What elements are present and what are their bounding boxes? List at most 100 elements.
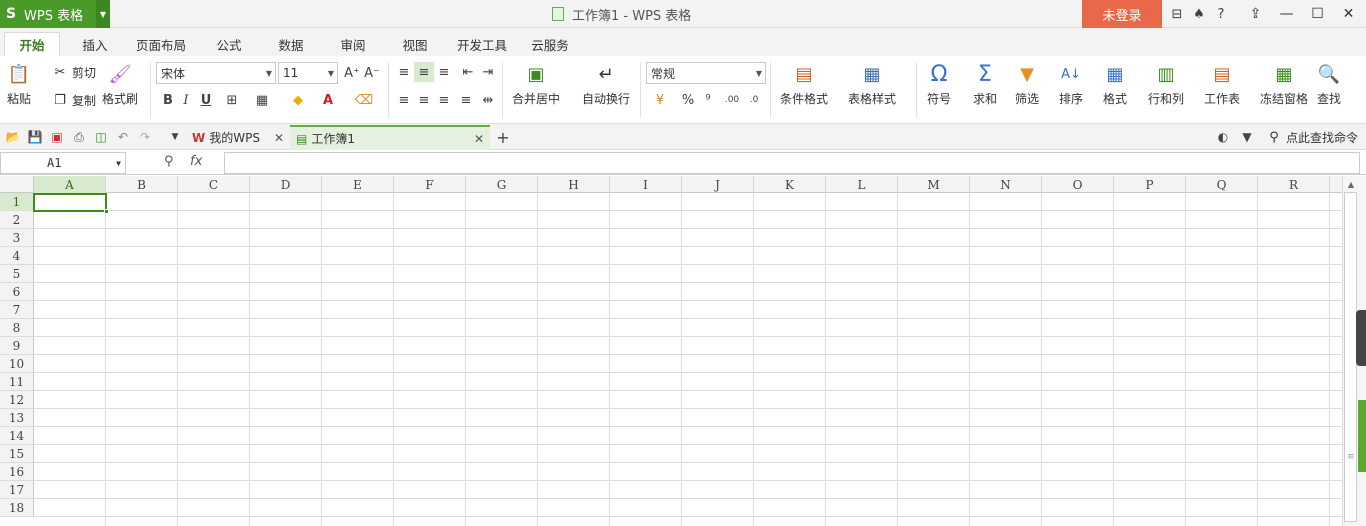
column-header[interactable]: C <box>178 176 250 193</box>
tab-data[interactable]: 数据 <box>266 32 316 56</box>
comment-icon[interactable]: ▼ <box>1238 128 1256 146</box>
row-header[interactable]: 17 <box>0 481 34 499</box>
filter-button[interactable]: ▼ 筛选 <box>1014 62 1040 107</box>
open-folder-icon[interactable]: 📂 <box>4 128 22 146</box>
column-header[interactable]: J <box>682 176 754 193</box>
sum-button[interactable]: Σ 求和 <box>972 62 998 107</box>
row-header[interactable]: 16 <box>0 463 34 481</box>
redo-icon[interactable]: ↷ <box>136 128 154 146</box>
freeze-panes-button[interactable]: ▦ 冻结窗格 <box>1260 62 1308 107</box>
archive-icon[interactable]: ⊟ <box>1166 7 1188 22</box>
underline-button[interactable]: U <box>196 90 216 110</box>
side-panel-toggle[interactable] <box>1358 400 1366 472</box>
symbol-button[interactable]: Ω 符号 <box>926 62 952 107</box>
formula-input[interactable] <box>224 152 1360 174</box>
justify-icon[interactable]: ≡ <box>456 90 476 110</box>
row-header[interactable]: 4 <box>0 247 34 265</box>
row-header[interactable]: 5 <box>0 265 34 283</box>
minimize-button[interactable]: — <box>1271 0 1302 28</box>
align-right-icon[interactable]: ≡ <box>434 90 454 110</box>
help-button[interactable]: ? <box>1210 7 1232 22</box>
decrease-decimal-icon[interactable]: .0 <box>744 90 764 110</box>
row-header[interactable]: 7 <box>0 301 34 319</box>
wrap-text-button[interactable]: ↵ 自动换行 <box>582 62 630 107</box>
number-format-select[interactable]: 常规 ▼ <box>646 62 766 84</box>
sort-button[interactable]: A↓ 排序 <box>1058 62 1084 107</box>
row-header[interactable]: 3 <box>0 229 34 247</box>
zoom-icon[interactable]: ⚲ <box>164 154 174 169</box>
font-size-select[interactable]: 11 ▼ <box>278 62 338 84</box>
column-header[interactable]: D <box>250 176 322 193</box>
fx-button[interactable]: fx <box>190 154 202 169</box>
doc-tab-my-wps[interactable]: W 我的WPS ✕ <box>186 125 290 150</box>
column-header[interactable]: O <box>1042 176 1114 193</box>
border-icon[interactable]: ⊞ <box>222 90 242 110</box>
find-button[interactable]: 🔍 查找 <box>1316 62 1342 107</box>
scroll-up-icon[interactable]: ▲ <box>1343 176 1359 192</box>
doc-tab-workbook1[interactable]: ▤ 工作簿1 ✕ <box>290 125 490 150</box>
bold-button[interactable]: B <box>158 90 178 110</box>
save-icon[interactable]: 💾 <box>26 128 44 146</box>
currency-icon[interactable]: ¥ <box>650 90 670 110</box>
row-header[interactable]: 14 <box>0 427 34 445</box>
row-header[interactable]: 11 <box>0 373 34 391</box>
chevron-down-icon[interactable]: ▼ <box>116 159 121 168</box>
side-widget[interactable] <box>1356 310 1366 366</box>
italic-button[interactable]: I <box>176 90 196 110</box>
column-header[interactable]: I <box>610 176 682 193</box>
indent-increase-icon[interactable]: ⇥ <box>478 62 498 82</box>
row-header[interactable]: 10 <box>0 355 34 373</box>
increase-font-icon[interactable]: A⁺ <box>342 63 362 83</box>
align-left-icon[interactable]: ≡ <box>394 90 414 110</box>
column-header[interactable]: H <box>538 176 610 193</box>
distributed-icon[interactable]: ⇹ <box>478 90 498 110</box>
row-header[interactable]: 9 <box>0 337 34 355</box>
column-header[interactable]: E <box>322 176 394 193</box>
skin-icon[interactable]: ♠ <box>1188 7 1210 22</box>
tab-cloud[interactable]: 云服务 <box>522 32 578 56</box>
close-icon[interactable]: ✕ <box>274 131 284 145</box>
column-header[interactable]: M <box>898 176 970 193</box>
column-header[interactable]: A <box>34 176 106 193</box>
column-header[interactable]: N <box>970 176 1042 193</box>
command-search[interactable]: ⚲ 点此查找命令 <box>1266 127 1358 147</box>
cell-area[interactable] <box>34 193 1342 526</box>
print-preview-icon[interactable]: ◫ <box>92 128 110 146</box>
pdf-icon[interactable]: ▣ <box>48 128 66 146</box>
row-header[interactable]: 15 <box>0 445 34 463</box>
rows-columns-button[interactable]: ▥ 行和列 <box>1148 62 1184 107</box>
decrease-font-icon[interactable]: A⁻ <box>362 63 382 83</box>
undo-icon[interactable]: ↶ <box>114 128 132 146</box>
print-icon[interactable]: ⎙ <box>70 128 88 146</box>
fill-color-icon[interactable]: ◆ <box>288 90 308 110</box>
row-header[interactable]: 13 <box>0 409 34 427</box>
percent-button[interactable]: % <box>678 90 698 110</box>
chevron-down-icon[interactable]: ▼ <box>96 0 110 28</box>
close-button[interactable]: ✕ <box>1333 0 1364 28</box>
row-header[interactable]: 8 <box>0 319 34 337</box>
font-color-icon[interactable]: A <box>318 90 338 110</box>
tab-review[interactable]: 审阅 <box>328 32 378 56</box>
tab-insert[interactable]: 插入 <box>70 32 120 56</box>
tab-developer[interactable]: 开发工具 <box>450 32 514 56</box>
align-middle-icon[interactable]: ≡ <box>414 62 434 82</box>
row-header[interactable]: 12 <box>0 391 34 409</box>
eraser-icon[interactable]: ⌫ <box>354 90 374 110</box>
row-header[interactable]: 6 <box>0 283 34 301</box>
increase-decimal-icon[interactable]: .00 <box>722 90 742 110</box>
name-box[interactable]: A1 ▼ <box>0 152 126 174</box>
format-button[interactable]: ▦ 格式 <box>1102 62 1128 107</box>
table-style-button[interactable]: ▦ 表格样式 <box>848 62 896 107</box>
format-painter-button[interactable]: 🖌 格式刷 <box>102 62 138 107</box>
thousands-button[interactable]: ⁹ <box>698 90 718 110</box>
row-header[interactable]: 2 <box>0 211 34 229</box>
tab-home[interactable]: 开始 <box>4 32 60 56</box>
new-tab-icon[interactable]: + <box>494 128 512 147</box>
column-header[interactable]: B <box>106 176 178 193</box>
column-header[interactable]: K <box>754 176 826 193</box>
merge-center-button[interactable]: ▣ 合并居中 <box>512 62 560 107</box>
align-top-icon[interactable]: ≡ <box>394 62 414 82</box>
row-header[interactable]: 18 <box>0 499 34 517</box>
fill-pattern-icon[interactable]: ▦ <box>252 90 272 110</box>
align-center-icon[interactable]: ≡ <box>414 90 434 110</box>
